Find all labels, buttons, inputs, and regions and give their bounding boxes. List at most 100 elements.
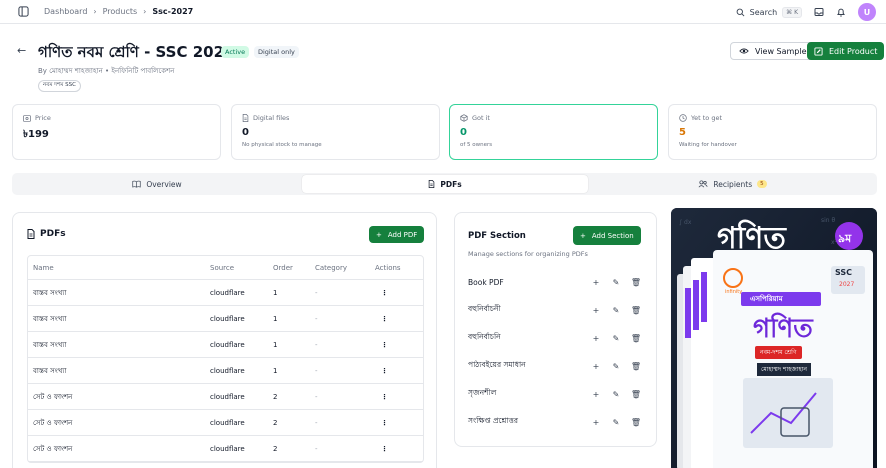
- plus-icon[interactable]: +: [586, 334, 606, 343]
- add-section-button[interactable]: + Add Section: [573, 226, 641, 245]
- back-arrow-icon[interactable]: ←: [17, 44, 26, 57]
- section-item[interactable]: পাঠ্যবইয়ের সমাধান + ✎ 🗑: [468, 359, 646, 373]
- book-icon: [132, 180, 141, 188]
- plus-icon[interactable]: +: [586, 362, 606, 371]
- edit-icon[interactable]: ✎: [606, 278, 626, 287]
- pdf-category: -: [315, 392, 318, 401]
- top-bar: Dashboard › Products › Ssc-2027 Search ⌘…: [0, 0, 886, 24]
- row-actions-icon[interactable]: ⋮: [381, 341, 388, 349]
- page-title: গণিত নবম শ্রেণি - SSC 2027: [38, 43, 235, 61]
- section-item[interactable]: সংক্ষিপ্ত প্রশ্নোত্তর + ✎ 🗑: [468, 415, 646, 429]
- table-row[interactable]: বাস্তব সংখ্যা cloudflare 1 - ⋮: [28, 332, 423, 358]
- trash-icon[interactable]: 🗑: [626, 418, 646, 427]
- bell-icon[interactable]: [836, 7, 846, 17]
- column-header-actions: Actions: [375, 263, 401, 272]
- type-badge: Digital only: [254, 46, 299, 58]
- pdf-source: cloudflare: [210, 314, 245, 323]
- column-header-order: Order: [273, 263, 293, 272]
- section-item[interactable]: Book PDF + ✎ 🗑: [468, 275, 646, 289]
- package-icon: [460, 114, 468, 122]
- pdf-order: 1: [273, 340, 278, 349]
- table-row[interactable]: সেট ও ফাংশন cloudflare 2 - ⋮: [28, 410, 423, 436]
- table-row[interactable]: সেট ও ফাংশন cloudflare 2 - ⋮: [28, 436, 423, 462]
- stat-card-got-it: Got it 0 of 5 owners: [449, 104, 658, 160]
- section-name: বহুনির্বাচনী: [468, 304, 501, 313]
- edit-icon[interactable]: ✎: [606, 334, 626, 343]
- inbox-icon[interactable]: [814, 7, 824, 17]
- pdf-order: 1: [273, 288, 278, 297]
- search-button[interactable]: Search ⌘ K: [736, 6, 802, 18]
- stat-value: 0: [460, 127, 467, 138]
- add-section-label: Add Section: [591, 231, 634, 240]
- trash-icon[interactable]: 🗑: [626, 306, 646, 315]
- plus-icon[interactable]: +: [586, 418, 606, 427]
- section-item[interactable]: বহুনির্বাচনী + ✎ 🗑: [468, 303, 646, 317]
- add-pdf-button[interactable]: + Add PDF: [369, 226, 425, 243]
- plus-icon[interactable]: +: [586, 278, 606, 287]
- row-actions-icon[interactable]: ⋮: [381, 289, 388, 297]
- pdfs-title-text: PDFs: [40, 229, 66, 239]
- pdf-source: cloudflare: [210, 340, 245, 349]
- tab-label: PDFs: [440, 179, 462, 189]
- section-item[interactable]: সৃজনশীল + ✎ 🗑: [468, 387, 646, 401]
- product-cover-image: sin θx²+1∫ dx গণিত ৯ম infinity SSC 2027 …: [671, 208, 877, 468]
- column-header-name: Name: [33, 263, 54, 272]
- cover-series: এসপিরিয়াম: [750, 295, 783, 303]
- stat-sub: of 5 owners: [460, 142, 493, 148]
- row-actions-icon[interactable]: ⋮: [381, 419, 388, 427]
- breadcrumb-dashboard[interactable]: Dashboard: [44, 7, 87, 16]
- trash-icon[interactable]: 🗑: [626, 278, 646, 287]
- table-row[interactable]: সেট ও ফাংশন cloudflare 2 - ⋮: [28, 384, 423, 410]
- section-item[interactable]: বহুনির্বাচনি + ✎ 🗑: [468, 331, 646, 345]
- add-pdf-label: Add PDF: [387, 230, 418, 239]
- pdf-order: 2: [273, 444, 278, 453]
- row-actions-icon[interactable]: ⋮: [381, 393, 388, 401]
- file-icon: [27, 229, 35, 239]
- section-name: পাঠ্যবইয়ের সমাধান: [468, 360, 526, 369]
- pdf-source: cloudflare: [210, 418, 245, 427]
- breadcrumb: Dashboard › Products › Ssc-2027: [44, 7, 193, 16]
- tab-label: Overview: [146, 179, 182, 189]
- tab-overview[interactable]: Overview: [14, 175, 300, 193]
- edit-icon[interactable]: ✎: [606, 390, 626, 399]
- chevron-right-icon: ›: [143, 6, 147, 16]
- topbar-actions: Search ⌘ K U: [736, 3, 876, 21]
- tab-pdfs[interactable]: PDFs: [302, 175, 588, 193]
- trash-icon[interactable]: 🗑: [626, 362, 646, 371]
- pdf-name: বাস্তব সংখ্যা: [33, 288, 67, 297]
- plus-icon[interactable]: +: [586, 390, 606, 399]
- table-row[interactable]: বাস্তব সংখ্যা cloudflare 1 - ⋮: [28, 306, 423, 332]
- cover-title: গণিত: [717, 221, 786, 256]
- row-actions-icon[interactable]: ⋮: [381, 315, 388, 323]
- stat-sub: Waiting for handover: [679, 142, 737, 148]
- avatar[interactable]: U: [858, 3, 876, 21]
- trash-icon[interactable]: 🗑: [626, 390, 646, 399]
- pdf-name: বাস্তব সংখ্যা: [33, 340, 67, 349]
- edit-icon[interactable]: ✎: [606, 362, 626, 371]
- stat-card-price: Price ৳199: [12, 104, 221, 160]
- pdfs-panel-title: PDFs: [27, 229, 66, 239]
- stat-label: Got it: [472, 114, 490, 122]
- breadcrumb-products[interactable]: Products: [103, 7, 138, 16]
- sidebar-toggle-icon[interactable]: [16, 4, 30, 18]
- row-actions-icon[interactable]: ⋮: [381, 367, 388, 375]
- plus-icon: +: [580, 231, 586, 240]
- breadcrumb-area: Dashboard › Products › Ssc-2027: [16, 4, 193, 18]
- pdf-name: সেট ও ফাংশন: [33, 444, 73, 453]
- trash-icon[interactable]: 🗑: [626, 334, 646, 343]
- edit-icon[interactable]: ✎: [606, 418, 626, 427]
- stat-sub: No physical stock to manage: [242, 142, 322, 148]
- view-sample-button[interactable]: View Sample: [730, 42, 816, 60]
- tab-recipients[interactable]: Recipients 5: [590, 175, 875, 193]
- clock-icon: [679, 114, 687, 122]
- edit-icon[interactable]: ✎: [606, 306, 626, 315]
- plus-icon[interactable]: +: [586, 306, 606, 315]
- table-row[interactable]: বাস্তব সংখ্যা cloudflare 1 - ⋮: [28, 358, 423, 384]
- pdf-category: -: [315, 314, 318, 323]
- table-row[interactable]: বাস্তব সংখ্যা cloudflare 1 - ⋮: [28, 280, 423, 306]
- stat-value: 0: [242, 127, 249, 138]
- edit-product-button[interactable]: Edit Product: [807, 42, 885, 60]
- section-name: Book PDF: [468, 277, 504, 287]
- plus-icon: +: [376, 230, 382, 239]
- row-actions-icon[interactable]: ⋮: [381, 445, 388, 453]
